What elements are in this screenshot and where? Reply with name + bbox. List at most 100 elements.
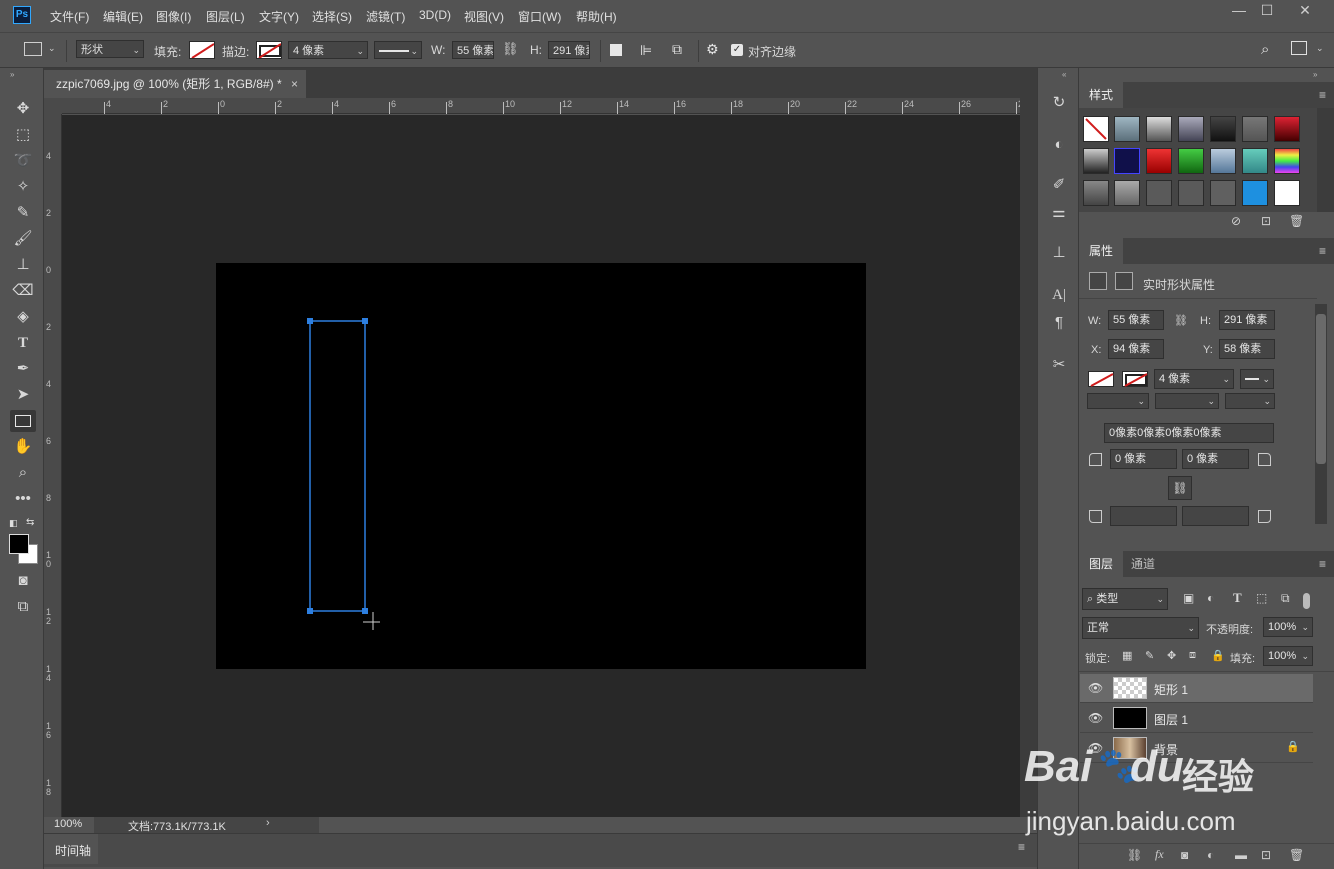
clear-style-icon[interactable]: ⊘ (1231, 214, 1241, 228)
new-layer-icon[interactable]: ⊡ (1261, 848, 1271, 862)
type-tool-icon[interactable]: T (10, 332, 36, 354)
blend-mode-select[interactable]: 正常 ⌄ (1082, 617, 1199, 639)
style-swatch[interactable] (1114, 180, 1140, 206)
adjustments-icon[interactable]: ⚌ (1048, 202, 1070, 224)
clone-source-icon[interactable]: ⊥ (1048, 242, 1070, 264)
properties-scrollbar[interactable] (1315, 304, 1327, 524)
lock-pixels-icon[interactable]: ✎ (1145, 649, 1154, 662)
stroke-swatch[interactable] (256, 41, 282, 59)
styles-scrollbar[interactable] (1317, 108, 1334, 212)
ruler-origin[interactable] (44, 98, 62, 114)
corner-tl-input[interactable]: 0 像素 (1110, 449, 1177, 469)
layer-name[interactable]: 矩形 1 (1154, 681, 1188, 698)
prop-y-input[interactable]: 58 像素 (1219, 339, 1275, 359)
swap-colors-icon[interactable]: ⇆ (26, 517, 34, 528)
document-tab[interactable]: zzpic7069.jpg @ 100% (矩形 1, RGB/8#) * × (44, 70, 306, 98)
style-swatch[interactable] (1242, 116, 1268, 142)
link-icon[interactable]: ⛓ (1174, 314, 1188, 327)
menu-view[interactable]: 视图(V) (464, 8, 504, 25)
lock-artboard-icon[interactable]: ⧈ (1189, 649, 1196, 662)
gear-icon[interactable]: ⚙ (706, 41, 719, 58)
prop-width-input[interactable]: 55 像素 (1108, 310, 1164, 330)
link-corners-icon[interactable]: ⛓ (1168, 476, 1192, 500)
trash-icon[interactable]: 🗑 (1289, 214, 1304, 228)
stamp-tool-icon[interactable]: ⊥ (10, 254, 36, 276)
quick-mask-icon[interactable]: ◙ (10, 570, 36, 592)
style-swatch[interactable] (1114, 148, 1140, 174)
tool-mode-select[interactable]: 形状 ⌄ (76, 40, 144, 58)
menu-help[interactable]: 帮助(H) (576, 8, 617, 25)
rectangle-tool-icon[interactable] (10, 410, 36, 432)
magic-wand-tool-icon[interactable]: ✧ (10, 176, 36, 198)
style-swatch[interactable] (1146, 180, 1172, 206)
lock-transparent-icon[interactable]: ▦ (1122, 649, 1132, 662)
panel-menu-icon[interactable]: ≡ (1018, 840, 1025, 854)
more-tools-icon[interactable]: ••• (10, 488, 36, 510)
lock-position-icon[interactable]: ✥ (1167, 649, 1176, 662)
group-folder-icon[interactable]: ▬ (1235, 848, 1247, 862)
add-mask-icon[interactable]: ◙ (1181, 848, 1188, 862)
style-swatch[interactable] (1178, 116, 1204, 142)
layer-row[interactable]: 👁 背景 🔒 (1080, 734, 1313, 763)
prop-fill-swatch[interactable] (1088, 371, 1114, 387)
opacity-input[interactable]: 100% ⌄ (1263, 617, 1313, 637)
layer-row[interactable]: 👁 矩形 1 (1080, 674, 1313, 703)
style-swatch[interactable] (1146, 116, 1172, 142)
adjustment-layer-icon[interactable]: ◐ (1207, 848, 1214, 862)
path-alignment-icon[interactable]: ⊫ (640, 42, 652, 59)
prop-height-input[interactable]: 291 像素 (1219, 310, 1275, 330)
collapse-icon[interactable]: » (1313, 70, 1317, 79)
layers-tab[interactable]: 图层 (1079, 551, 1124, 577)
screen-mode-icon[interactable]: ⧉ (10, 596, 36, 618)
filter-smart-object-icon[interactable]: ⧉ (1281, 591, 1290, 606)
link-layers-icon[interactable]: ⛓ (1127, 848, 1142, 862)
link-icon[interactable]: ⛓ (502, 41, 519, 57)
timeline-tab[interactable]: 时间轴 (55, 842, 91, 859)
corner-br-input[interactable] (1182, 506, 1249, 526)
layer-name[interactable]: 背景 (1154, 741, 1178, 758)
properties-tab[interactable]: 属性 (1079, 238, 1124, 264)
style-swatch[interactable] (1274, 180, 1300, 206)
trash-icon[interactable]: 🗑 (1289, 848, 1304, 862)
shape-properties-icon[interactable] (1089, 272, 1107, 290)
corner-tr-input[interactable]: 0 像素 (1182, 449, 1249, 469)
search-icon[interactable]: ⌕ (1261, 41, 1269, 58)
rectangle-shape[interactable] (300, 312, 380, 632)
path-operations-icon[interactable] (610, 44, 622, 56)
prop-stroke-width-input[interactable]: 4 像素 ⌄ (1154, 369, 1234, 389)
visibility-eye-icon[interactable]: 👁 (1088, 711, 1103, 725)
channels-tab[interactable]: 通道 (1121, 551, 1165, 577)
default-colors-icon[interactable]: ◧ (9, 518, 18, 529)
history-icon[interactable]: ↻ (1048, 92, 1070, 114)
filter-shape-icon[interactable]: ⬚ (1256, 591, 1267, 605)
style-swatch[interactable] (1242, 148, 1268, 174)
style-swatch[interactable] (1274, 148, 1300, 174)
panel-menu-icon[interactable]: ≡ (1319, 88, 1326, 102)
style-swatch[interactable] (1146, 148, 1172, 174)
close-tab-icon[interactable]: × (291, 70, 298, 98)
path-arrangement-icon[interactable]: ⧉ (672, 41, 682, 58)
corner-bl-input[interactable] (1110, 506, 1177, 526)
paint-bucket-tool-icon[interactable]: ◈ (10, 306, 36, 328)
eraser-tool-icon[interactable]: ⌫ (10, 280, 36, 302)
lasso-tool-icon[interactable]: ➰ (10, 150, 36, 172)
panel-menu-icon[interactable]: ≡ (1319, 557, 1326, 571)
style-swatch[interactable] (1114, 116, 1140, 142)
prop-stroke-swatch[interactable] (1122, 371, 1148, 387)
style-swatch[interactable] (1210, 116, 1236, 142)
layer-name[interactable]: 图层 1 (1154, 711, 1188, 728)
style-swatch-none[interactable] (1083, 116, 1109, 142)
chevron-down-icon[interactable]: ⌄ (48, 43, 56, 54)
mask-properties-icon[interactable] (1115, 272, 1133, 290)
style-swatch[interactable] (1083, 180, 1109, 206)
visibility-eye-icon[interactable]: 👁 (1088, 741, 1103, 755)
zoom-tool-icon[interactable]: ⌕ (10, 462, 36, 484)
corner-radius-all-input[interactable]: 0像素0像素0像素0像素 (1104, 423, 1274, 443)
filter-adjustment-icon[interactable]: ◐ (1207, 591, 1214, 605)
tool-presets-icon[interactable]: ✂ (1048, 354, 1070, 376)
menu-edit[interactable]: 编辑(E) (103, 8, 143, 25)
horizontal-ruler[interactable]: 420246810121416182022242628 (62, 98, 1028, 114)
move-tool-icon[interactable]: ✥ (10, 98, 36, 120)
rectangle-tool-preset-icon[interactable] (24, 42, 42, 56)
collapse-icon[interactable]: « (1062, 70, 1066, 79)
